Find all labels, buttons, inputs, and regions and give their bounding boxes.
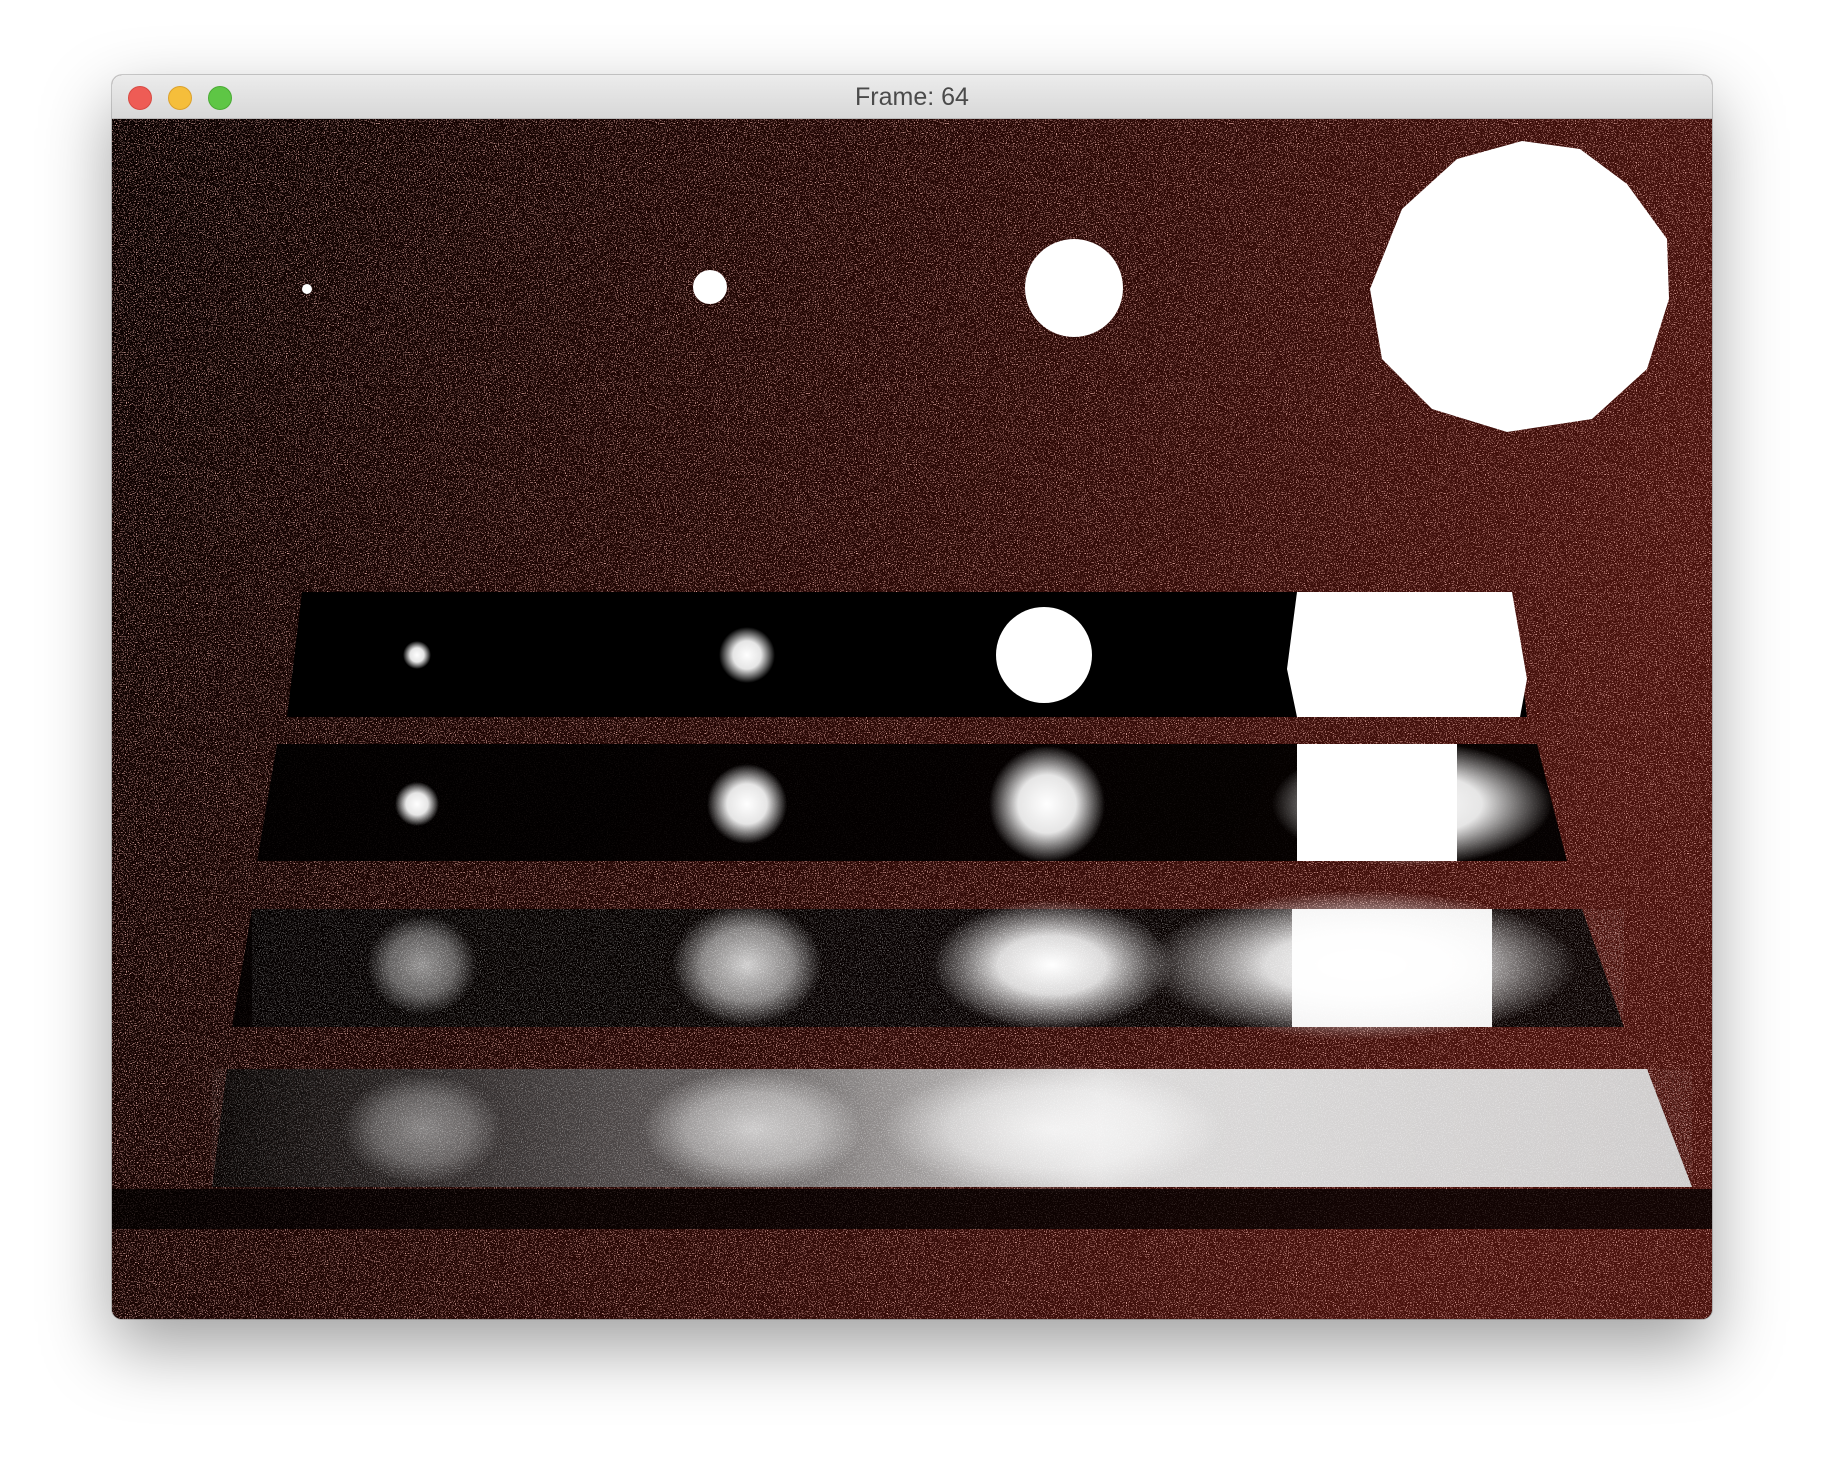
- title-bar[interactable]: Frame: 64: [112, 75, 1712, 119]
- shadow-band: [112, 1189, 1712, 1229]
- window-title: Frame: 64: [855, 83, 969, 111]
- light-disc-2: [693, 270, 727, 304]
- plane-strip-4: [212, 1064, 1692, 1194]
- light-disc-1: [302, 284, 312, 294]
- plane-strip-3: [232, 890, 1624, 1040]
- plane-strip-1: [287, 592, 1527, 717]
- render-viewport: [112, 119, 1712, 1319]
- render-canvas: [112, 119, 1712, 1319]
- light-disc-3: [1025, 239, 1123, 337]
- plane-strip-2: [257, 742, 1567, 866]
- app-window: Frame: 64: [112, 75, 1712, 1319]
